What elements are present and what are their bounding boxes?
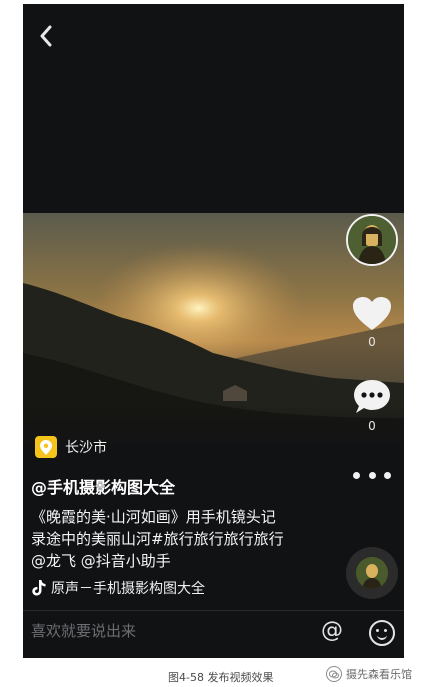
location-tag[interactable]: 长沙市 [35,436,107,458]
figure-caption: 图4-58 发布视频效果 [168,671,274,684]
music-title: 原声－手机摄影构图大全 [51,581,205,597]
comment-input[interactable] [31,622,301,640]
music-disc[interactable] [346,547,398,599]
author-avatar[interactable] [346,214,398,266]
caption-line: 录途中的美丽山河#旅行旅行旅行旅行 [31,530,284,548]
location-pin-icon [35,436,57,458]
music-info[interactable]: 原声－手机摄影构图大全 [31,578,205,598]
divider [23,610,404,611]
video-screen: 0 0 长沙市 @手机摄影构图大全 《晚霞的美·山河如画》用手机镜头记 录途中的… [23,4,404,658]
mention-button[interactable]: @ [321,618,343,644]
heart-icon [353,297,391,330]
author-handle[interactable]: @手机摄影构图大全 [31,474,175,498]
music-cover-icon [356,557,388,589]
tiktok-note-icon [32,580,46,596]
comment-count: 0 [368,419,376,433]
watermark-text: 摄先森看乐馆 [346,668,412,681]
like-button[interactable]: 0 [347,296,397,349]
more-dots-icon [353,471,360,479]
chevron-left-icon [40,25,52,47]
like-count: 0 [368,335,376,349]
location-label: 长沙市 [65,440,107,456]
video-caption: 《晚霞的美·山河如画》用手机镜头记 录途中的美丽山河#旅行旅行旅行旅行 @龙飞 … [31,506,331,572]
comment-button[interactable]: 0 [347,378,397,433]
wechat-icon [326,666,342,682]
watermark: 摄先森看乐馆 [326,666,412,682]
more-button[interactable] [353,466,391,484]
comment-bubble-icon [354,380,390,413]
caption-line: @龙飞 @抖音小助手 [31,552,171,570]
avatar-portrait-icon [348,216,396,264]
back-button[interactable] [33,22,59,50]
emoji-icon[interactable] [369,620,395,646]
caption-line: 《晚霞的美·山河如画》用手机镜头记 [31,508,276,526]
